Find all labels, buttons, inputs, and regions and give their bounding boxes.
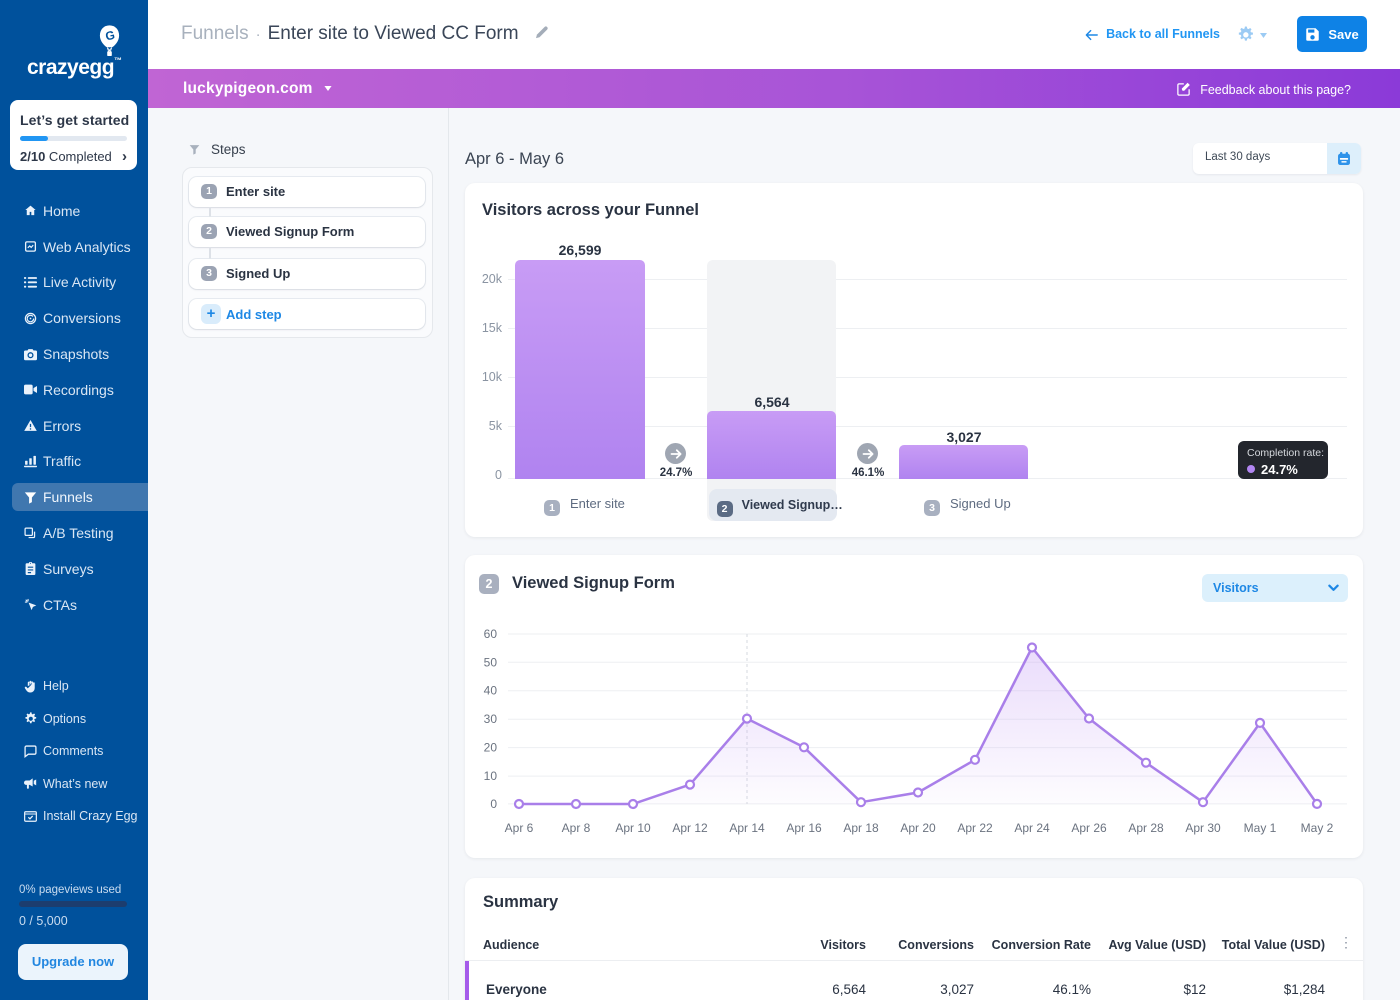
- svg-text:May 1: May 1: [1244, 821, 1277, 835]
- svg-text:May 2: May 2: [1301, 821, 1334, 835]
- svg-text:Apr 12: Apr 12: [672, 821, 708, 835]
- svg-text:Apr 18: Apr 18: [843, 821, 879, 835]
- svg-text:Apr 28: Apr 28: [1128, 821, 1164, 835]
- svg-text:Apr 22: Apr 22: [957, 821, 993, 835]
- svg-text:Apr 8: Apr 8: [562, 821, 591, 835]
- svg-text:Apr 10: Apr 10: [615, 821, 651, 835]
- svg-text:Apr 6: Apr 6: [505, 821, 534, 835]
- svg-text:10: 10: [484, 769, 498, 783]
- svg-text:30: 30: [484, 712, 498, 726]
- svg-text:Apr 20: Apr 20: [900, 821, 936, 835]
- svg-text:0: 0: [490, 797, 497, 811]
- svg-text:20: 20: [484, 741, 498, 755]
- svg-text:50: 50: [484, 655, 498, 669]
- svg-text:Apr 14: Apr 14: [729, 821, 765, 835]
- svg-text:40: 40: [484, 684, 498, 698]
- svg-text:Apr 30: Apr 30: [1185, 821, 1221, 835]
- svg-text:Apr 16: Apr 16: [786, 821, 822, 835]
- svg-text:Apr 24: Apr 24: [1014, 821, 1050, 835]
- svg-text:60: 60: [484, 627, 498, 641]
- svg-text:Apr 26: Apr 26: [1071, 821, 1107, 835]
